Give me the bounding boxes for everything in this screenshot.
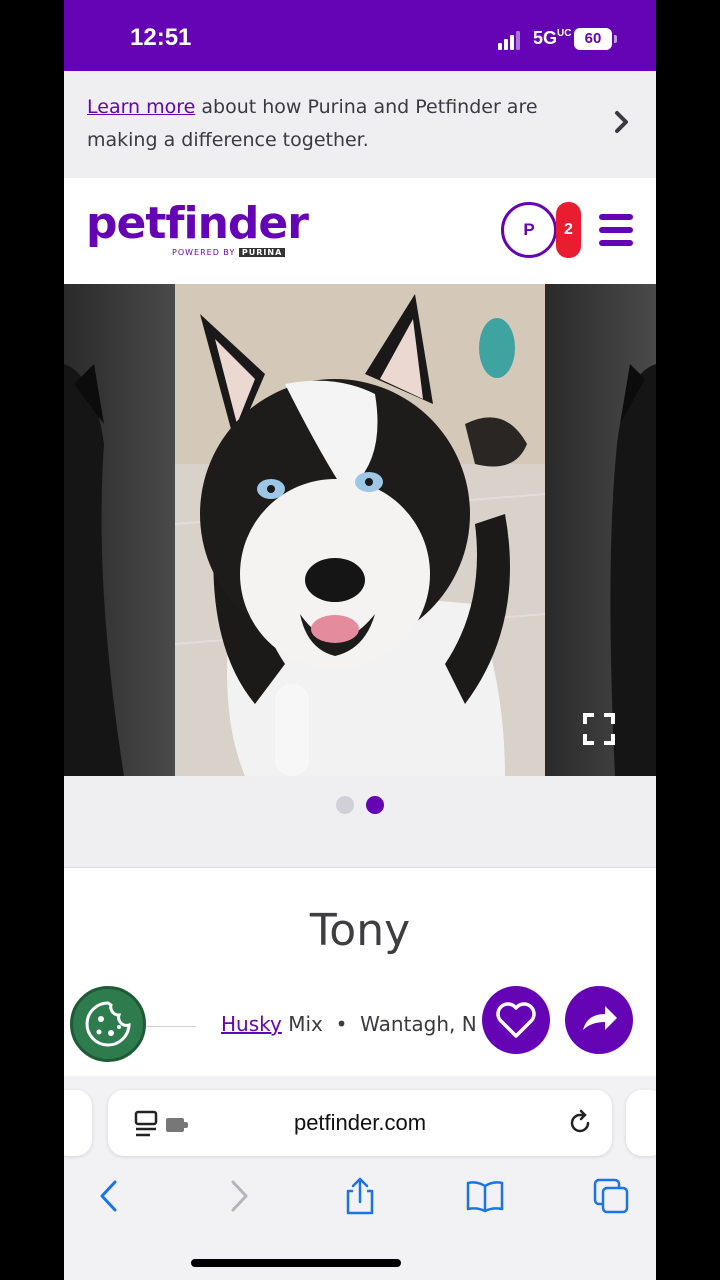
battery-icon: 60 [574,28,612,50]
breed-link[interactable]: Husky [221,1012,282,1036]
menu-icon[interactable] [599,214,633,246]
cookie-settings-button[interactable] [70,986,146,1062]
browser-chrome: petfinder.com [64,1076,656,1280]
promo-banner[interactable]: Learn more about how Purina and Petfinde… [64,71,656,178]
share-arrow-icon [583,1006,617,1030]
phone-screen: 12:51 5GUC 60 Learn more about how Purin… [64,0,656,1280]
battery-nub [614,35,617,43]
breed-suffix: Mix [281,1012,323,1036]
status-bar: 12:51 5GUC 60 [64,0,656,71]
profile-initial: P [523,220,535,239]
pet-name: Tony [309,905,411,956]
profile-button[interactable]: P [501,202,557,258]
network-indicator: 5GUC [533,28,572,48]
notification-badge[interactable]: 2 [556,202,581,258]
back-icon[interactable] [90,1176,130,1216]
share-pet-button[interactable] [565,986,633,1054]
pet-location: Wantagh, N [360,1012,477,1036]
signal-icon [498,30,524,50]
carousel-dot-2-active[interactable] [366,796,384,814]
previous-photo[interactable] [64,284,175,776]
banner-text: Learn more about how Purina and Petfinde… [87,91,567,157]
bookmarks-icon[interactable] [465,1176,505,1216]
home-indicator[interactable] [191,1259,401,1267]
favorite-button[interactable] [482,986,550,1054]
share-icon[interactable] [340,1176,380,1216]
learn-more-link[interactable]: Learn more [87,96,195,118]
reload-icon[interactable] [566,1109,594,1137]
next-photo[interactable] [545,284,656,776]
carousel-dot-1[interactable] [336,796,354,814]
pet-meta: Husky Mix • Wantagh, N [221,1012,477,1036]
photo-carousel[interactable] [64,284,656,776]
site-header: petfinder POWERED BY PURINA P 2 [64,178,656,284]
divider-line [144,1026,196,1027]
address-bar[interactable]: petfinder.com [108,1090,612,1156]
forward-icon[interactable] [218,1176,258,1216]
status-time: 12:51 [130,24,192,51]
petfinder-logo[interactable]: petfinder POWERED BY PURINA [86,198,309,257]
meta-separator: • [335,1012,348,1036]
pet-photo[interactable] [175,284,545,776]
previous-tab-preview[interactable] [64,1090,92,1156]
logo-wordmark: petfinder [86,198,309,249]
url-text: petfinder.com [293,1110,427,1135]
logo-subtitle: POWERED BY PURINA [172,248,286,257]
chevron-right-icon[interactable] [612,109,632,135]
heart-icon [496,1002,536,1038]
expand-icon[interactable] [582,712,616,746]
next-tab-preview[interactable] [626,1090,656,1156]
carousel-pagination [64,776,656,868]
cookie-icon [85,1001,131,1047]
tabs-icon[interactable] [591,1176,631,1216]
